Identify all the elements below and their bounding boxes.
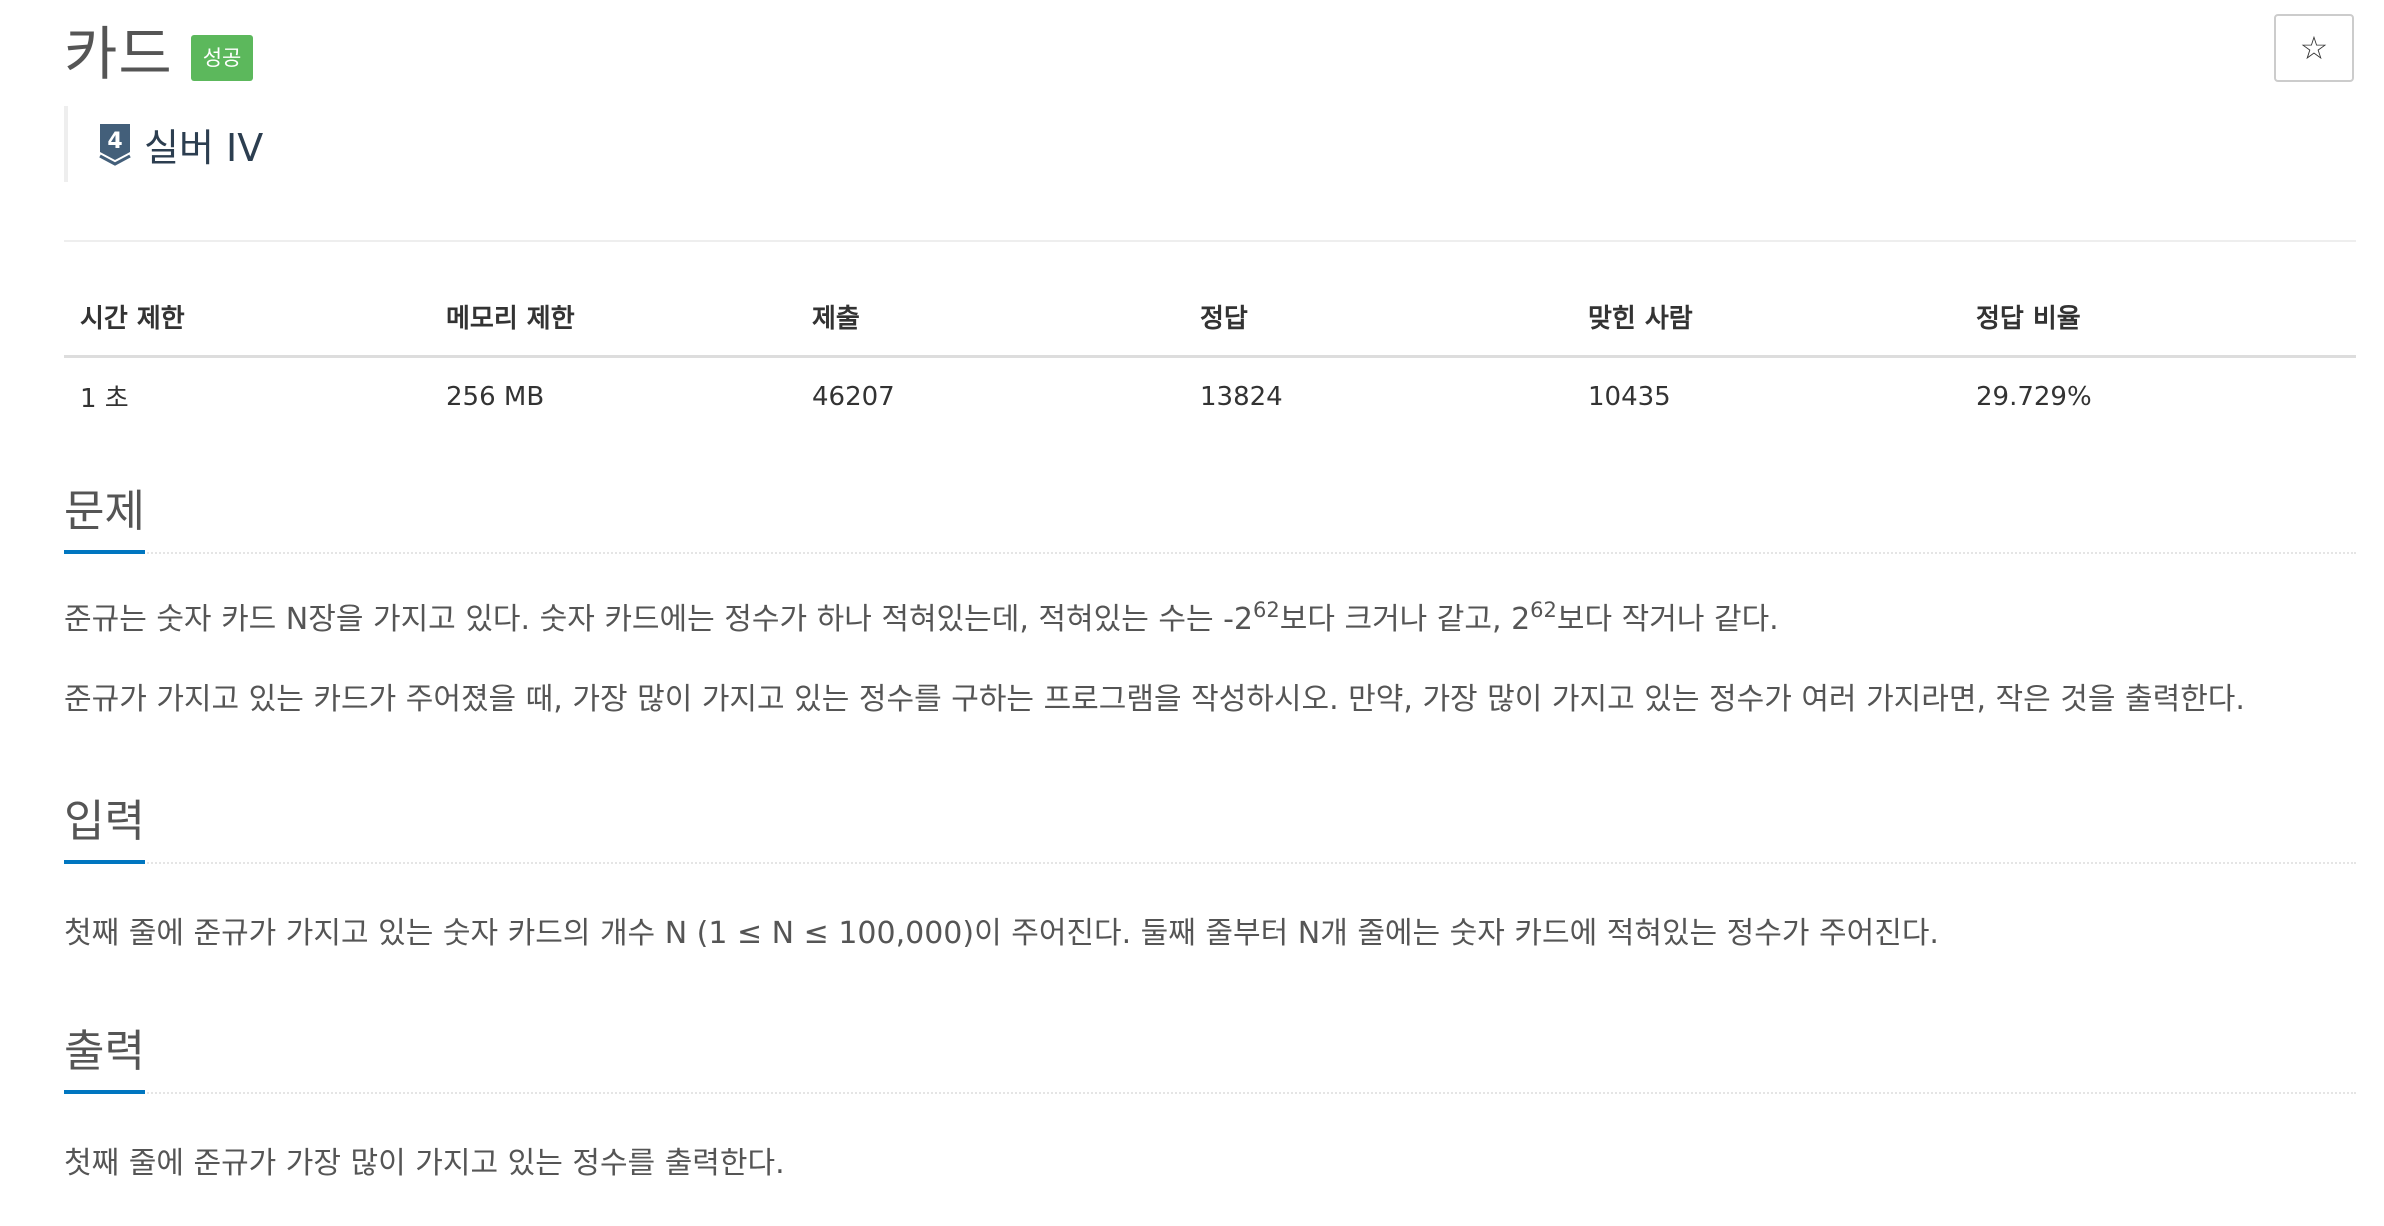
- input-paragraph: 첫째 줄에 준규가 가지고 있는 숫자 카드의 개수 N (1 ≤ N ≤ 10…: [64, 916, 1939, 951]
- memory-limit-value: 256 MB: [446, 381, 545, 412]
- star-icon: ☆: [2299, 29, 2329, 67]
- input-section: 입력 첫째 줄에 준규가 가지고 있는 숫자 카드의 개수 N (1 ≤ N ≤…: [64, 790, 2356, 956]
- output-heading-row: 출력: [64, 1020, 2356, 1094]
- output-body: 첫째 줄에 준규가 가장 많이 가지고 있는 정수를 출력한다.: [64, 1094, 2356, 1186]
- description-section: 문제 준규는 숫자 카드 N장을 가지고 있다. 숫자 카드에는 정수가 하나 …: [64, 480, 2356, 722]
- solvers-value: 10435: [1588, 381, 1671, 412]
- info-table-header-row: 시간 제한 메모리 제한 제출 정답 맞힌 사람 정답 비율: [64, 284, 2356, 358]
- favorite-star-button[interactable]: ☆: [2274, 14, 2354, 82]
- header-accepted: 정답: [1184, 284, 1572, 358]
- header-submissions: 제출: [796, 284, 1184, 358]
- tier-number: 4: [107, 129, 122, 154]
- silver-tier-icon: 4: [99, 124, 131, 166]
- output-section: 출력 첫째 줄에 준규가 가장 많이 가지고 있는 정수를 출력한다.: [64, 1020, 2356, 1186]
- accepted-value: 13824: [1200, 381, 1283, 412]
- time-limit-value: 1 초: [80, 384, 129, 414]
- header-memory-limit: 메모리 제한: [430, 284, 796, 358]
- header-accept-ratio: 정답 비율: [1960, 284, 2356, 358]
- description-paragraph-2: 준규가 가지고 있는 카드가 주어졌을 때, 가장 많이 가지고 있는 정수를 …: [64, 682, 2245, 717]
- status-badge: 성공: [190, 35, 254, 81]
- description-title: 문제: [64, 482, 145, 554]
- submissions-value: 46207: [812, 381, 895, 412]
- output-title: 출력: [64, 1022, 145, 1094]
- info-table-row: 1 초 256 MB 46207 13824 10435 29.729%: [64, 357, 2356, 436]
- description-paragraph-1: 준규는 숫자 카드 N장을 가지고 있다. 숫자 카드에는 정수가 하나 적혀있…: [64, 598, 1779, 638]
- description-heading-row: 문제: [64, 480, 2356, 554]
- title-row: 카드 성공: [64, 14, 254, 94]
- tier-label: 실버 IV: [144, 125, 264, 170]
- header-divider: [64, 240, 2356, 242]
- description-body: 준규는 숫자 카드 N장을 가지고 있다. 숫자 카드에는 정수가 하나 적혀있…: [64, 554, 2356, 722]
- header-time-limit: 시간 제한: [64, 284, 430, 358]
- input-body: 첫째 줄에 준규가 가지고 있는 숫자 카드의 개수 N (1 ≤ N ≤ 10…: [64, 864, 2356, 956]
- problem-info-table: 시간 제한 메모리 제한 제출 정답 맞힌 사람 정답 비율 1 초 256 M…: [64, 284, 2356, 435]
- input-heading-row: 입력: [64, 790, 2356, 864]
- output-paragraph: 첫째 줄에 준규가 가장 많이 가지고 있는 정수를 출력한다.: [64, 1146, 785, 1181]
- tier-block: 4 실버 IV: [64, 106, 263, 182]
- input-title: 입력: [64, 792, 145, 864]
- header-solvers: 맞힌 사람: [1572, 284, 1960, 358]
- accept-ratio-value: 29.729%: [1976, 381, 2092, 412]
- problem-title: 카드: [64, 20, 173, 88]
